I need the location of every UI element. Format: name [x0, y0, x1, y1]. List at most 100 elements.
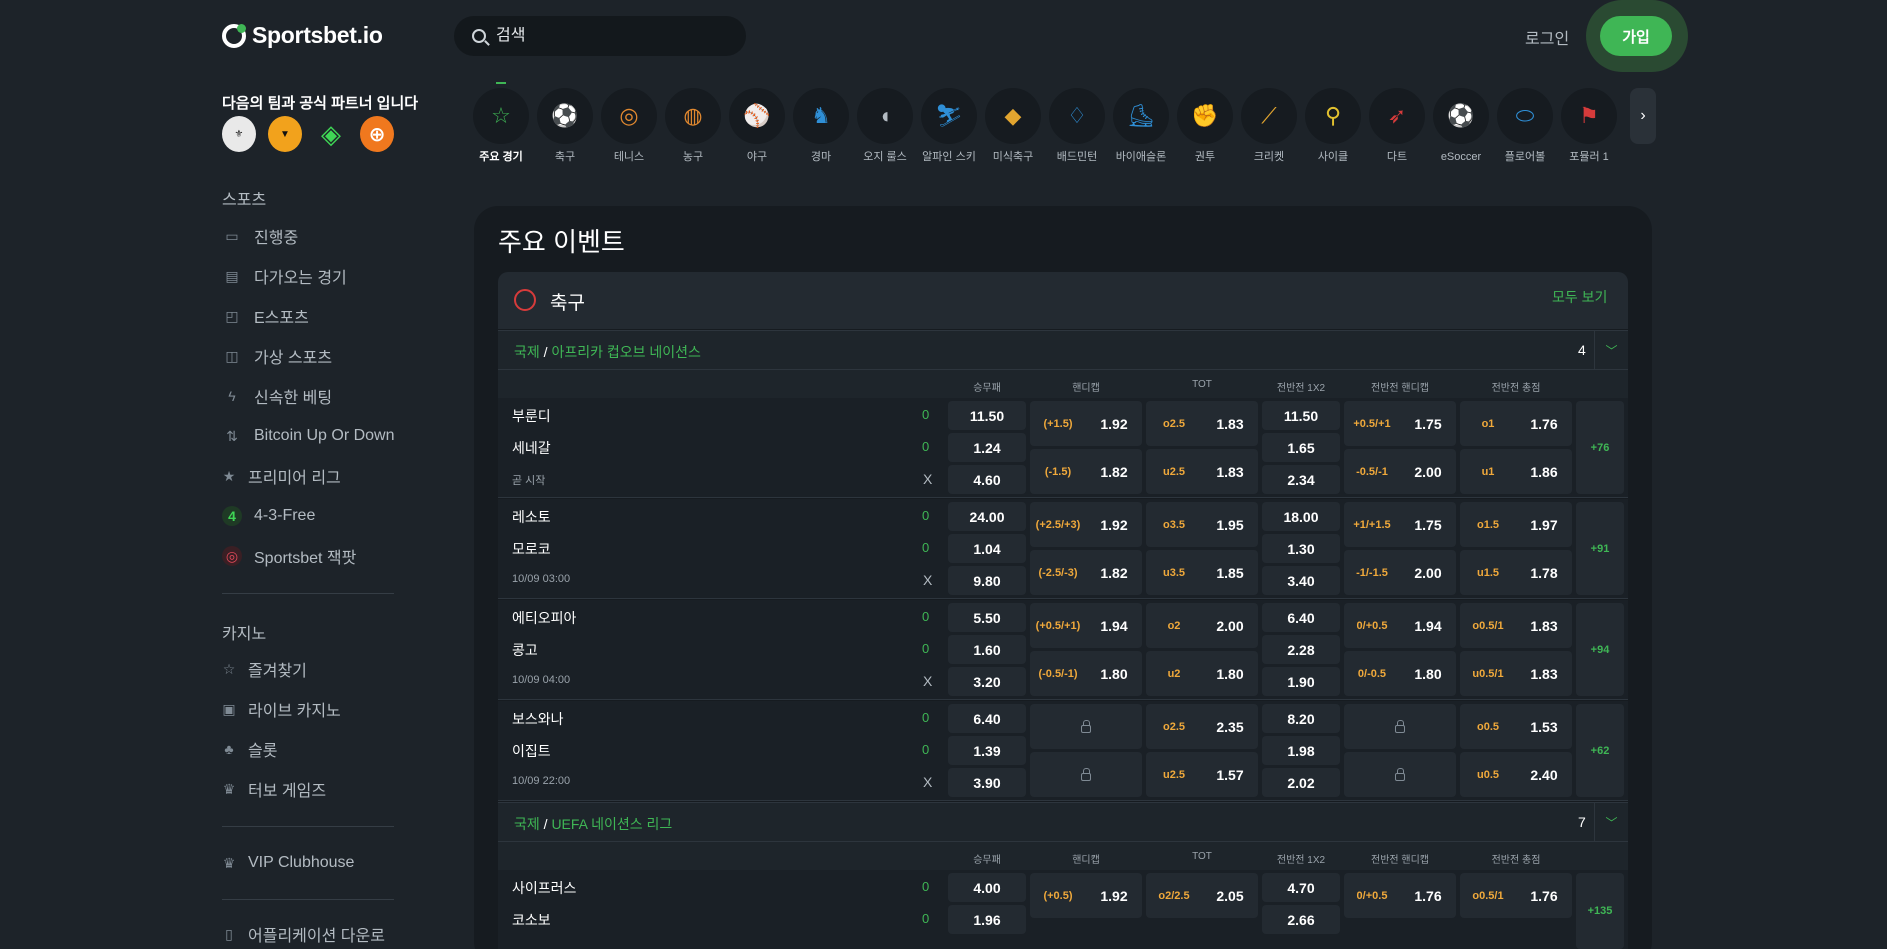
sidebar-item-esports[interactable]: ◰ E스포츠: [222, 304, 308, 328]
ht-odds-button[interactable]: 1.30: [1262, 534, 1340, 563]
ht-handicap-button[interactable]: 0/-0.5 1.80: [1344, 651, 1456, 696]
sidebar-item-virtual[interactable]: ◫ 가상 스포츠: [222, 344, 332, 368]
ht-total-button[interactable]: o0.5/1 1.76: [1460, 873, 1572, 918]
sidebar-item-live-casino[interactable]: ▣ 라이브 카지노: [222, 697, 340, 721]
ht-handicap-button[interactable]: +1/+1.5 1.75: [1344, 502, 1456, 547]
tab-sport-3[interactable]: ◍ 농구: [665, 88, 721, 165]
tab-sport-6[interactable]: ◖ 오지 룰스: [857, 88, 913, 165]
chevron-down-icon[interactable]: ﹀: [1594, 331, 1628, 369]
odds-button[interactable]: 11.50: [948, 401, 1026, 430]
team-home[interactable]: 부룬디: [512, 406, 551, 426]
ht-total-button[interactable]: o0.5 1.53: [1460, 704, 1572, 749]
tab-sport-12[interactable]: ⟋ 크리켓: [1241, 88, 1297, 165]
ht-total-button[interactable]: u0.5 2.40: [1460, 752, 1572, 797]
total-button[interactable]: u2.5 1.57: [1146, 752, 1258, 797]
tab-sport-1[interactable]: ⚽ 축구: [537, 88, 593, 165]
odds-button[interactable]: 6.40: [948, 704, 1026, 733]
handicap-button[interactable]: (+0.5/+1) 1.94: [1030, 603, 1142, 648]
search-input[interactable]: [496, 27, 716, 45]
handicap-button[interactable]: (-2.5/-3) 1.82: [1030, 550, 1142, 595]
ht-odds-button[interactable]: 18.00: [1262, 502, 1340, 531]
search-bar[interactable]: [454, 16, 746, 56]
tab-sport-17[interactable]: ⚑ 포뮬러 1: [1561, 88, 1617, 165]
ht-odds-button[interactable]: 11.50: [1262, 401, 1340, 430]
total-button[interactable]: u2 1.80: [1146, 651, 1258, 696]
sidebar-item-vip-clubhouse[interactable]: ♛ VIP Clubhouse: [222, 851, 355, 875]
tab-sport-0[interactable]: ☆ 주요 경기: [473, 82, 529, 165]
ht-odds-button[interactable]: 1.98: [1262, 736, 1340, 765]
team-home[interactable]: 보스와나: [512, 709, 564, 729]
more-markets-button[interactable]: +135: [1576, 873, 1624, 949]
team-home[interactable]: 레소토: [512, 507, 551, 527]
sidebar-item-4-3-free[interactable]: 4 4-3-Free: [222, 504, 315, 528]
odds-button[interactable]: 1.04: [948, 534, 1026, 563]
league-title[interactable]: UEFA 네이션스 리그: [551, 816, 672, 832]
odds-button[interactable]: 3.90: [948, 768, 1026, 797]
ht-total-button[interactable]: o1.5 1.97: [1460, 502, 1572, 547]
league-row[interactable]: 국제 / 아프리카 컵오브 네이션스 4 ﹀: [498, 330, 1628, 370]
handicap-button[interactable]: (+2.5/+3) 1.92: [1030, 502, 1142, 547]
hull-city-crest-icon[interactable]: ▼: [268, 116, 302, 152]
tab-sport-5[interactable]: ♞ 경마: [793, 88, 849, 165]
league-region[interactable]: 국제: [514, 816, 540, 832]
odds-button[interactable]: 5.50: [948, 603, 1026, 632]
team-away[interactable]: 모로코: [512, 539, 551, 559]
tab-sport-10[interactable]: ⛸ 바이애슬론: [1113, 88, 1169, 165]
ht-handicap-button[interactable]: -0.5/-1 2.00: [1344, 449, 1456, 494]
tab-sport-13[interactable]: ⚲ 사이클: [1305, 88, 1361, 165]
handicap-button[interactable]: (-0.5/-1) 1.80: [1030, 651, 1142, 696]
ht-odds-button[interactable]: 2.02: [1262, 768, 1340, 797]
sidebar-item-upcoming[interactable]: ▤ 다가오는 경기: [222, 264, 346, 288]
tab-sport-8[interactable]: ◆ 미식축구: [985, 88, 1041, 165]
ht-odds-button[interactable]: 1.65: [1262, 433, 1340, 462]
league-title[interactable]: 아프리카 컵오브 네이션스: [551, 344, 700, 360]
odds-button[interactable]: 24.00: [948, 502, 1026, 531]
login-button[interactable]: 로그인: [1525, 25, 1569, 49]
team-away[interactable]: 코소보: [512, 910, 551, 930]
total-button[interactable]: u3.5 1.85: [1146, 550, 1258, 595]
odds-button[interactable]: 1.39: [948, 736, 1026, 765]
total-button[interactable]: o2.5 1.83: [1146, 401, 1258, 446]
see-all-link[interactable]: 모두 보기: [1552, 287, 1607, 307]
tab-sport-4[interactable]: ⚾ 야구: [729, 88, 785, 165]
total-button[interactable]: o2.5 2.35: [1146, 704, 1258, 749]
invictus-logo-icon[interactable]: ◈: [314, 116, 348, 152]
odds-button[interactable]: 1.96: [948, 905, 1026, 934]
odds-button[interactable]: 3.20: [948, 667, 1026, 696]
odds-button[interactable]: 1.60: [948, 635, 1026, 664]
newcastle-crest-icon[interactable]: ⚜: [222, 116, 256, 152]
ht-odds-button[interactable]: 2.34: [1262, 465, 1340, 494]
ht-total-button[interactable]: u0.5/1 1.83: [1460, 651, 1572, 696]
total-button[interactable]: o2/2.5 2.05: [1146, 873, 1258, 918]
scroll-right-button[interactable]: ›: [1630, 88, 1656, 144]
ht-handicap-button[interactable]: +0.5/+1 1.75: [1344, 401, 1456, 446]
tab-sport-2[interactable]: ◎ 테니스: [601, 88, 657, 165]
odds-button[interactable]: 9.80: [948, 566, 1026, 595]
ht-handicap-button[interactable]: 0/+0.5 1.94: [1344, 603, 1456, 648]
handicap-button[interactable]: (-1.5) 1.82: [1030, 449, 1142, 494]
ht-total-button[interactable]: o0.5/1 1.83: [1460, 603, 1572, 648]
sidebar-item-live[interactable]: ▭ 진행중: [222, 224, 298, 248]
ht-odds-button[interactable]: 2.28: [1262, 635, 1340, 664]
handicap-button[interactable]: (+1.5) 1.92: [1030, 401, 1142, 446]
ht-total-button[interactable]: u1 1.86: [1460, 449, 1572, 494]
team-home[interactable]: 에티오피아: [512, 608, 576, 628]
tab-sport-7[interactable]: ⛷ 알파인 스키: [921, 88, 977, 165]
more-markets-button[interactable]: +94: [1576, 603, 1624, 696]
tab-sport-15[interactable]: ⚽ eSoccer: [1433, 88, 1489, 165]
team-home[interactable]: 사이프러스: [512, 878, 576, 898]
ht-odds-button[interactable]: 1.90: [1262, 667, 1340, 696]
sidebar-item-bitcoin-up-down[interactable]: ⇅ Bitcoin Up Or Down: [222, 424, 394, 448]
basketball-club-logo-icon[interactable]: ⊕: [360, 116, 394, 152]
tab-sport-9[interactable]: ♢ 배드민턴: [1049, 88, 1105, 165]
signup-button[interactable]: 가입: [1600, 16, 1672, 56]
odds-button[interactable]: 1.24: [948, 433, 1026, 462]
league-region[interactable]: 국제: [514, 344, 540, 360]
ht-odds-button[interactable]: 6.40: [1262, 603, 1340, 632]
handicap-button[interactable]: (+0.5) 1.92: [1030, 873, 1142, 918]
ht-total-button[interactable]: u1.5 1.78: [1460, 550, 1572, 595]
ht-handicap-button[interactable]: -1/-1.5 2.00: [1344, 550, 1456, 595]
team-away[interactable]: 이집트: [512, 741, 551, 761]
odds-button[interactable]: 4.00: [948, 873, 1026, 902]
more-markets-button[interactable]: +76: [1576, 401, 1624, 494]
